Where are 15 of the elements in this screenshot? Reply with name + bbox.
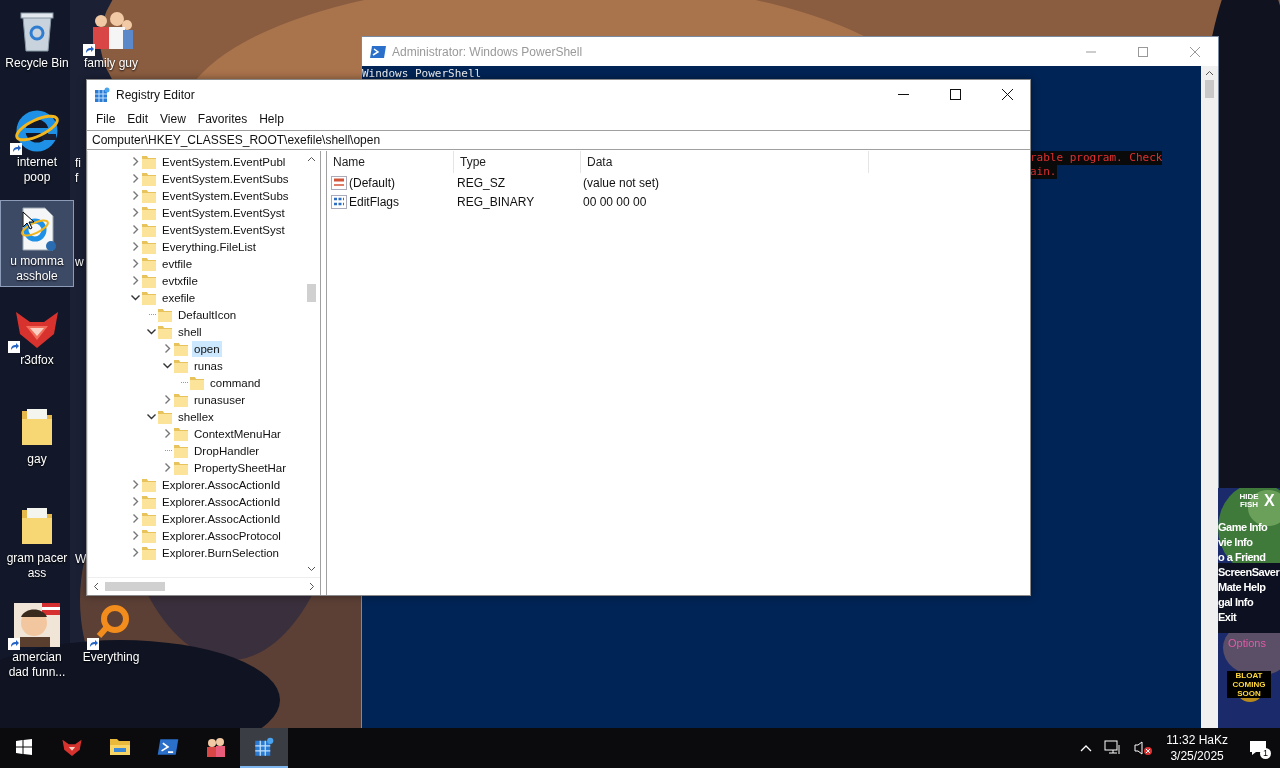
folder-icon <box>109 738 131 756</box>
figures-icon <box>205 736 227 758</box>
network-icon[interactable] <box>1104 740 1123 756</box>
powershell-icon <box>157 738 179 756</box>
chevron-up-icon[interactable] <box>1080 744 1093 752</box>
windows-logo-icon <box>16 739 32 755</box>
muted-speaker-icon[interactable] <box>1134 740 1153 756</box>
notification-button[interactable]: 1 <box>1236 728 1280 768</box>
time-text: 11:32 HaKz <box>1166 732 1228 748</box>
fox-logo-icon <box>60 737 84 757</box>
registry-editor-icon <box>254 737 274 757</box>
clock[interactable]: 11:32 HaKz 3/25/2025 <box>1158 732 1236 764</box>
date-text: 3/25/2025 <box>1170 748 1224 764</box>
taskbar-app[interactable] <box>240 728 288 768</box>
notification-icon <box>1249 740 1267 756</box>
